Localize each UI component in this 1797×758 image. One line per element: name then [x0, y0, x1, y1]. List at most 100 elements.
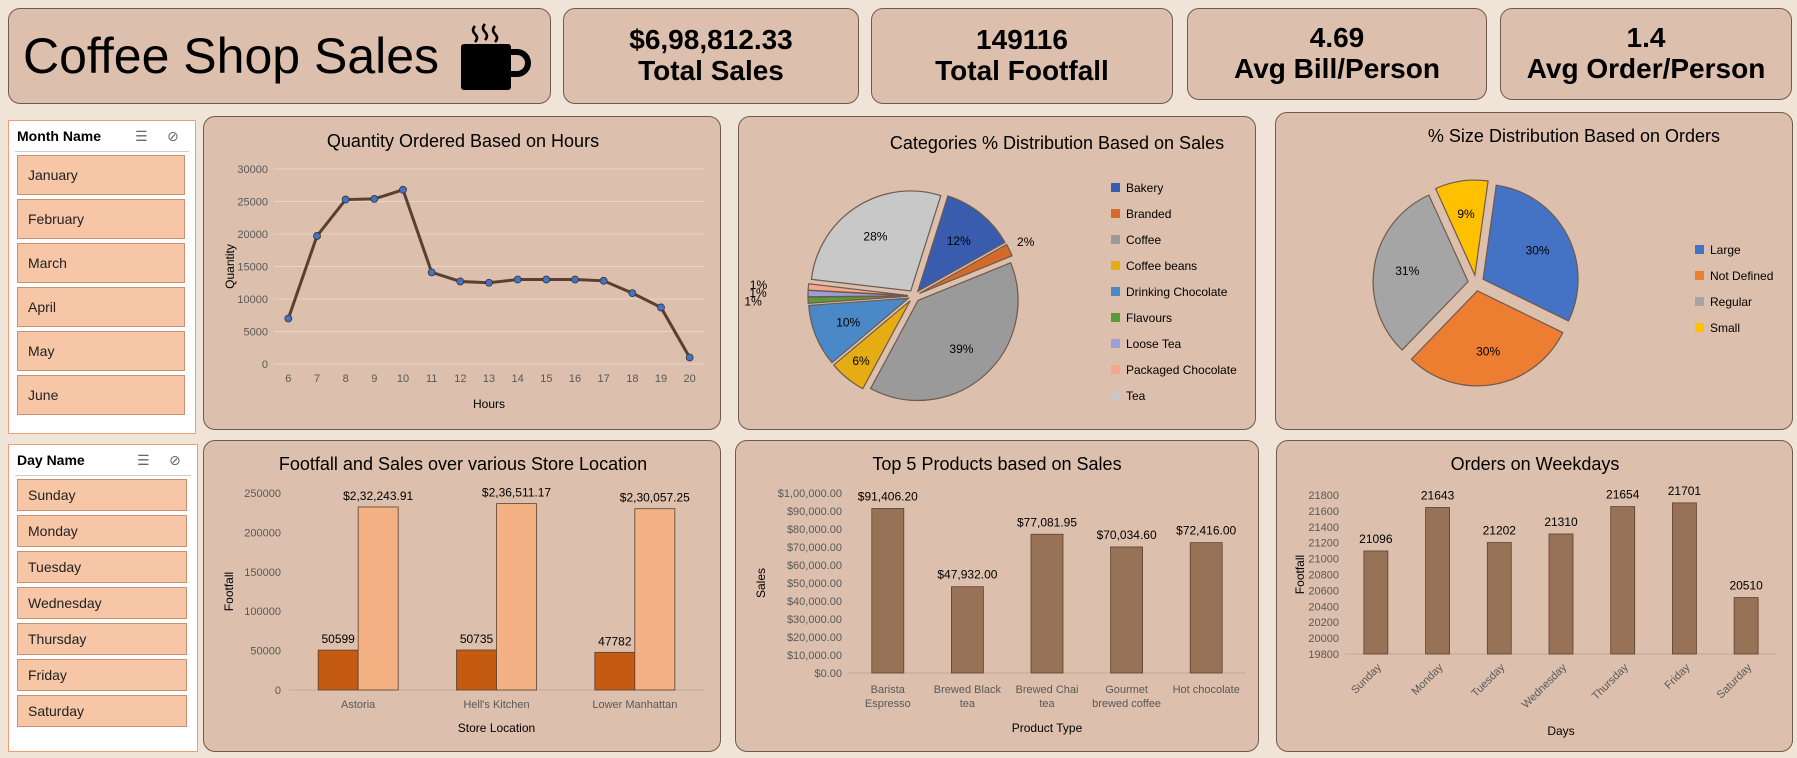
slicer-item-day[interactable]: Thursday: [17, 623, 187, 655]
kpi-value: 1.4: [1626, 22, 1666, 53]
bar: [634, 508, 676, 691]
chart-title: Orders on Weekdays: [1451, 454, 1620, 474]
hours-chart-card: Quantity Ordered Based on Hours 0 5000 1000…: [203, 116, 721, 430]
slicer-item-label: May: [28, 343, 55, 359]
data-point: [427, 268, 436, 277]
chart-title: Quantity Ordered Based on Hours: [327, 131, 599, 151]
y-tick-label: 21400: [1308, 522, 1339, 534]
slicer-item-label: Saturday: [28, 703, 85, 719]
slice-label: 10%: [836, 316, 860, 330]
x-tick-label: Hot chocolate: [1173, 684, 1240, 696]
y-axis-label: Footfall: [1293, 555, 1307, 594]
y-tick-label: 21600: [1308, 506, 1339, 518]
legend-swatch: [1111, 235, 1120, 244]
y-tick-label: 0: [275, 685, 281, 697]
month-slicer: Month Name ☰ ⊘ January February March Ap…: [8, 120, 196, 434]
x-tick-label: Astoria: [341, 699, 376, 711]
data-point: [341, 195, 350, 204]
day-slicer: Day Name ☰ ⊘ Sunday Monday Tuesday Wedne…: [8, 444, 198, 752]
y-axis-label: Footfall: [222, 572, 236, 611]
x-tick-label: brewed coffee: [1092, 698, 1161, 710]
x-tick-label: Espresso: [865, 698, 911, 710]
slicer-item-day[interactable]: Tuesday: [17, 551, 187, 583]
x-tick-label: Saturday: [1715, 661, 1755, 701]
legend-swatch: [1111, 209, 1120, 218]
title-card: Coffee Shop Sales: [8, 8, 551, 104]
y-tick-label: $60,000.00: [787, 560, 842, 572]
slicer-item-month[interactable]: March: [17, 243, 185, 283]
x-tick-label: 17: [598, 373, 610, 385]
slicer-item-day[interactable]: Sunday: [17, 479, 187, 511]
slicer-item-day[interactable]: Saturday: [17, 695, 187, 727]
slicer-item-month[interactable]: February: [17, 199, 185, 239]
multi-select-icon[interactable]: ☰: [135, 128, 148, 145]
data-point: [399, 185, 407, 194]
x-tick-label: tea: [1039, 698, 1055, 710]
legend-label: Regular: [1710, 295, 1752, 309]
data-label: $72,416.00: [1176, 524, 1236, 538]
y-tick-label: $80,000.00: [787, 524, 842, 536]
x-axis-label: Store Location: [458, 721, 535, 735]
y-tick-label: 5000: [244, 327, 268, 339]
slice-label: 30%: [1526, 243, 1550, 257]
x-tick-label: Brewed Black: [934, 684, 1002, 696]
slice-label: 2%: [1017, 235, 1035, 249]
slicer-item-day[interactable]: Wednesday: [17, 587, 187, 619]
x-tick-label: Lower Manhattan: [592, 699, 677, 711]
legend-label: Drinking Chocolate: [1126, 285, 1228, 299]
x-tick-label: 15: [540, 373, 552, 385]
slicer-item-day[interactable]: Friday: [17, 659, 187, 691]
y-axis-label: Sales: [754, 568, 768, 598]
kpi-total-footfall: 149116 Total Footfall: [871, 8, 1173, 104]
chart-title: Top 5 Products based on Sales: [872, 454, 1121, 474]
y-tick-label: 0: [262, 359, 268, 371]
y-tick-label: $50,000.00: [787, 578, 842, 590]
chart-title: Footfall and Sales over various Store Lo…: [279, 454, 647, 474]
data-label: 21654: [1606, 488, 1640, 502]
bar: [1189, 542, 1223, 674]
legend-label: Small: [1710, 321, 1740, 335]
data-label: $2,30,057.25: [620, 491, 690, 505]
legend-label: Not Defined: [1710, 269, 1773, 283]
slicer-item-label: Wednesday: [28, 595, 102, 611]
y-tick-label: 19800: [1308, 649, 1339, 661]
y-tick-label: 20400: [1308, 601, 1339, 613]
weekdays-bar-chart: Orders on Weekdays 19800 20000 20200 20400 20…: [1293, 454, 1777, 738]
y-tick-label: $30,000.00: [787, 614, 842, 626]
y-tick-label: 30000: [237, 164, 268, 176]
bar: [1363, 550, 1389, 655]
slicer-item-month[interactable]: May: [17, 331, 185, 371]
slicer-item-month[interactable]: January: [17, 155, 185, 195]
kpi-avg-order: 1.4 Avg Order/Person: [1500, 8, 1792, 100]
store-chart-card: Footfall and Sales over various Store Lo…: [203, 440, 721, 752]
clear-filter-icon[interactable]: ⊘: [167, 128, 179, 145]
y-tick-label: 21200: [1308, 538, 1339, 550]
slicer-item-label: April: [28, 299, 57, 315]
kpi-label: Total Sales: [638, 55, 784, 86]
hours-line-chart: Quantity Ordered Based on Hours 0 5000 1000…: [223, 131, 704, 411]
slicer-item-day[interactable]: Monday: [17, 515, 187, 547]
slice-label: 1%: [750, 278, 768, 292]
slicer-item-month[interactable]: June: [17, 375, 185, 415]
bar: [1030, 533, 1064, 674]
slicer-title: Month Name: [17, 128, 101, 144]
kpi-avg-bill: 4.69 Avg Bill/Person: [1187, 8, 1487, 100]
legend-swatch: [1695, 297, 1704, 306]
slicer-title: Day Name: [17, 452, 85, 468]
data-point: [542, 275, 551, 284]
slicer-item-label: Sunday: [28, 487, 76, 503]
y-axis-label: Quantity: [223, 244, 237, 289]
multi-select-icon[interactable]: ☰: [137, 452, 150, 469]
weekdays-chart-card: Orders on Weekdays 19800 20000 20200 20400 20…: [1276, 440, 1793, 752]
x-tick-label: 14: [512, 373, 524, 385]
x-tick-label: tea: [960, 698, 976, 710]
clear-filter-icon[interactable]: ⊘: [169, 452, 181, 469]
data-label: $47,932.00: [937, 568, 997, 582]
data-point: [513, 275, 522, 284]
dashboard-title: Coffee Shop Sales: [23, 28, 440, 84]
slicer-item-month[interactable]: April: [17, 287, 185, 327]
slicer-item-label: June: [28, 387, 59, 403]
slicer-item-label: January: [28, 167, 78, 183]
slice-label: 12%: [947, 234, 971, 248]
data-point: [685, 353, 694, 362]
